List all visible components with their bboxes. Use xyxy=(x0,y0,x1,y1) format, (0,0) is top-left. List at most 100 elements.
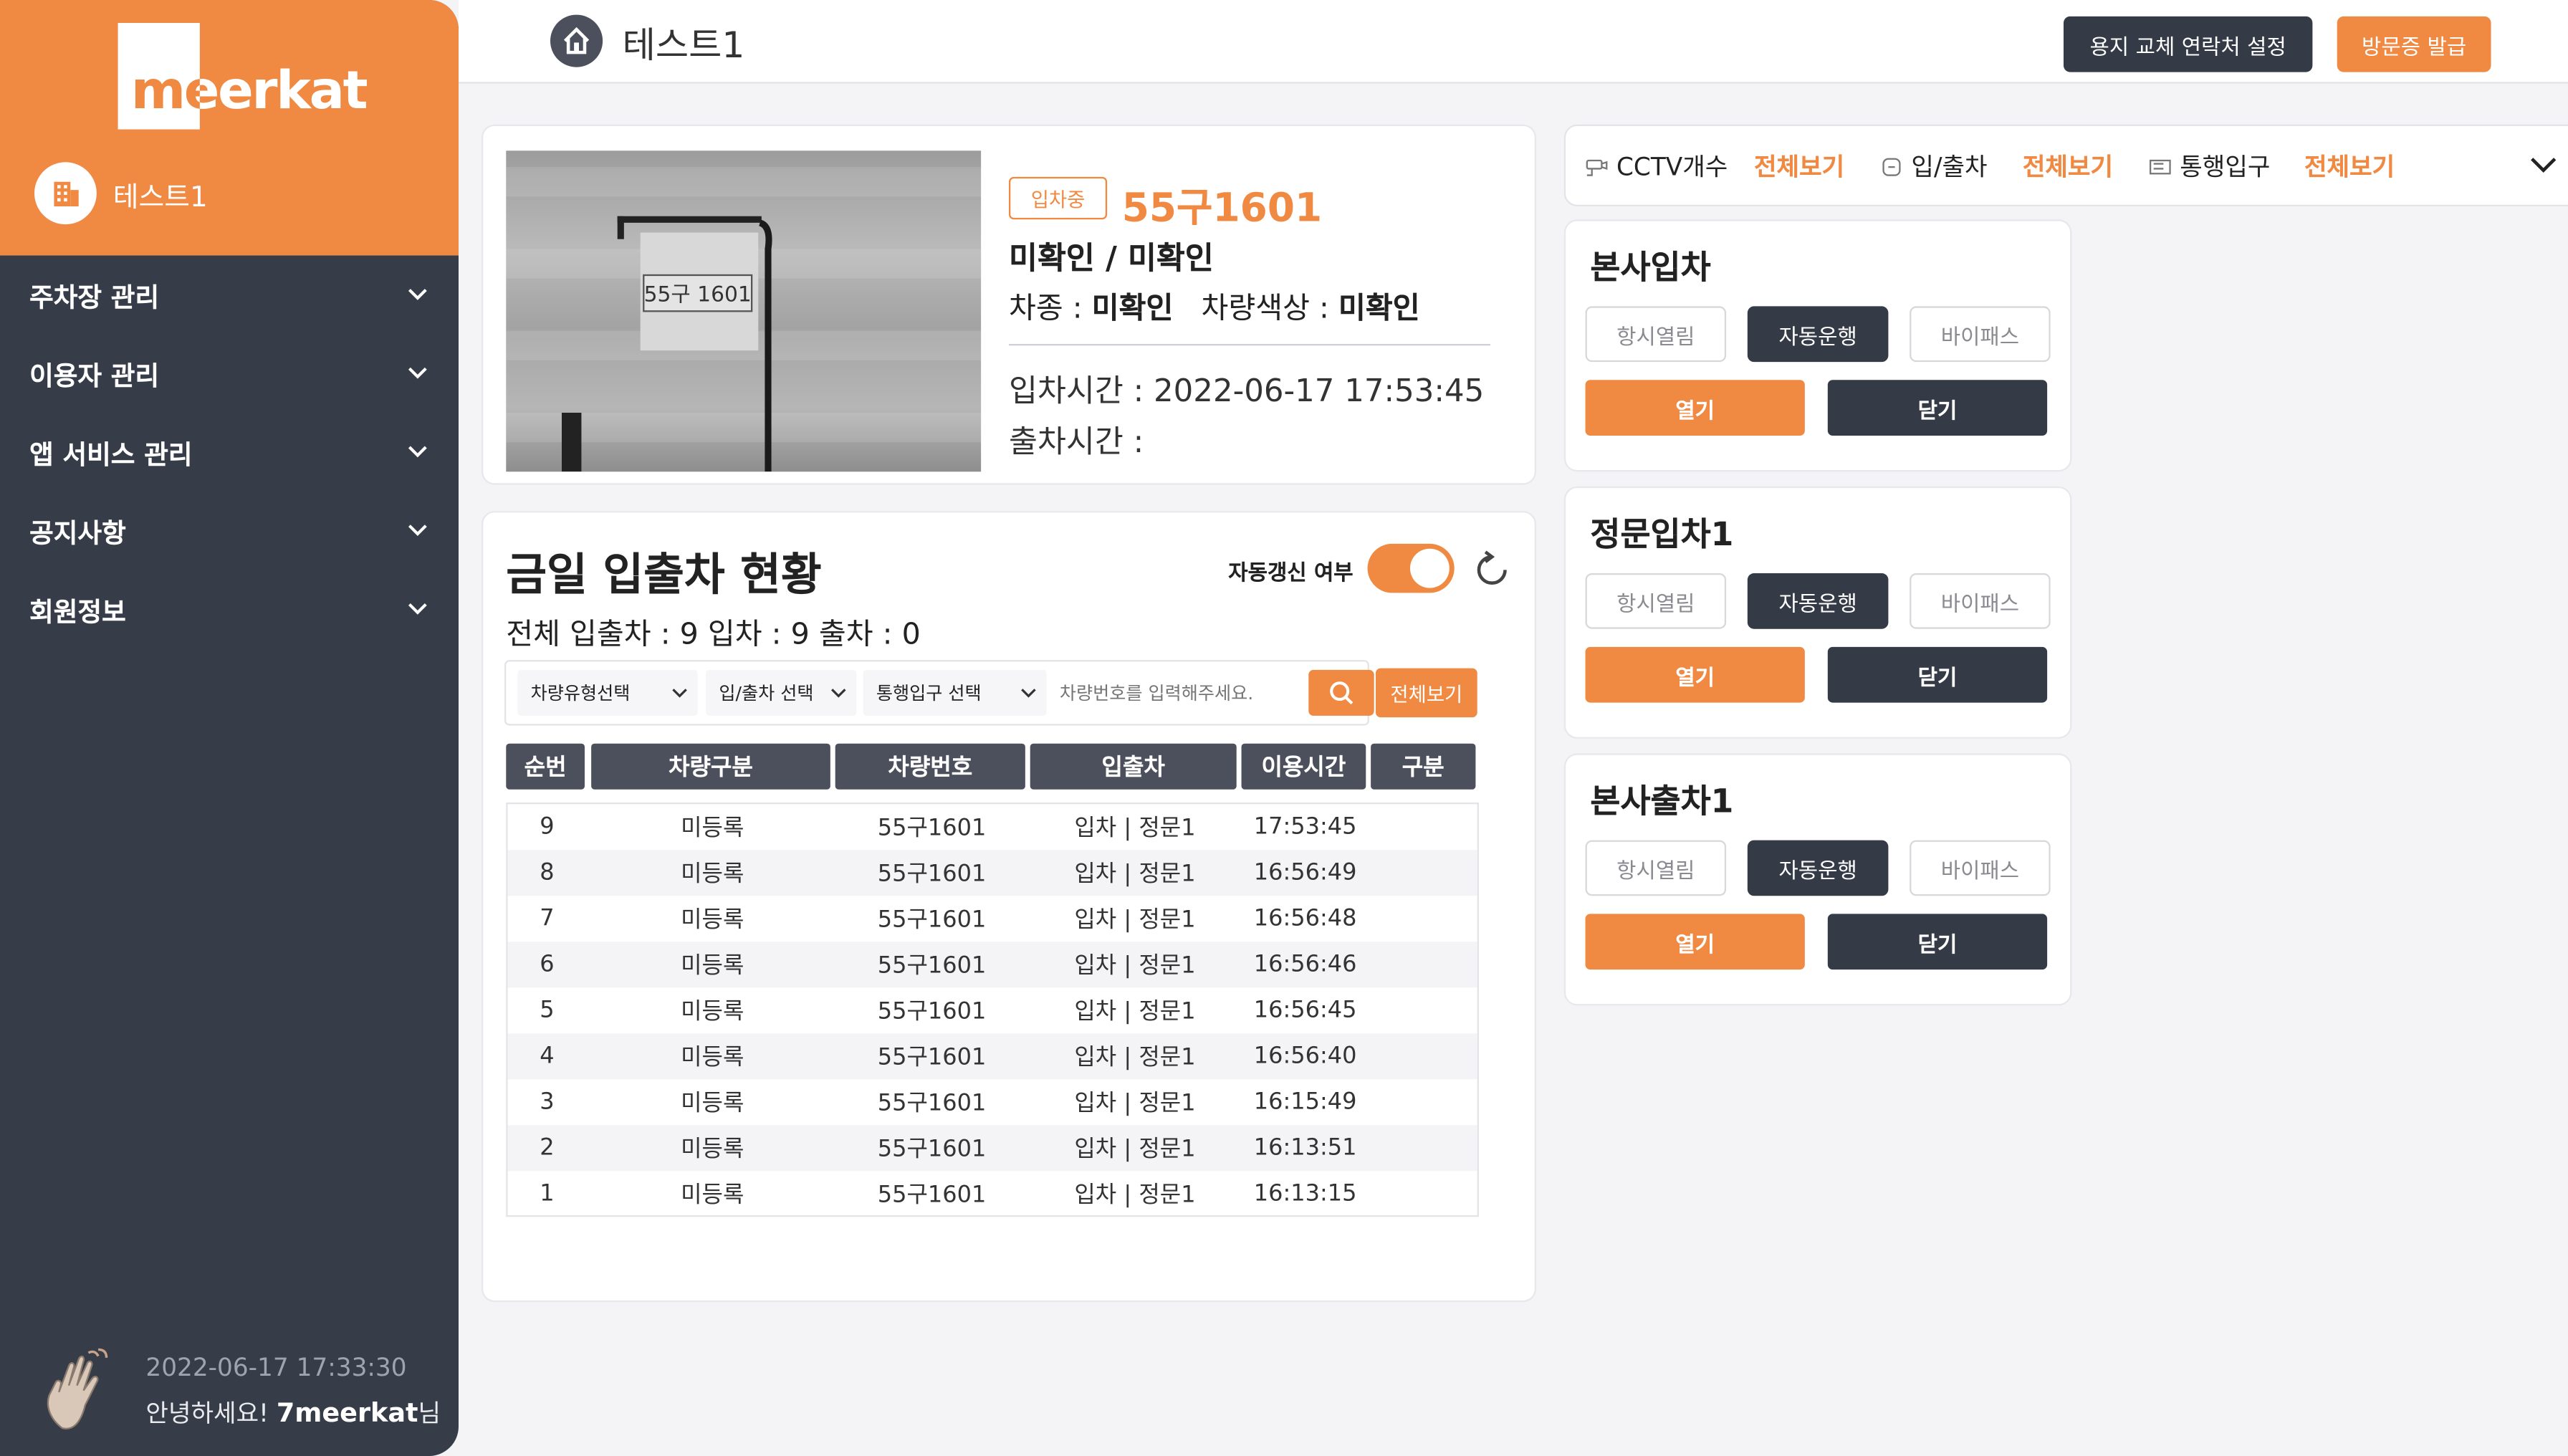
table-row[interactable]: 4 미등록 55구1601 입차 | 정문1 16:56:40 xyxy=(507,1033,1477,1080)
table-row[interactable]: 7 미등록 55구1601 입차 | 정문1 16:56:48 xyxy=(508,896,1477,942)
table-cell: 55구1601 xyxy=(877,999,987,1025)
sidebar-header: meerkat meerkat 테스트1 xyxy=(0,0,459,256)
table-cell: 55구1601 xyxy=(877,1182,987,1209)
table-row[interactable]: 8 미등록 55구1601 입차 | 정문1 16:56:49 xyxy=(507,850,1477,896)
in-out-view-all-link[interactable]: 전체보기 xyxy=(2023,149,2113,183)
table-cell: 55구1601 xyxy=(877,1091,987,1117)
close-gate-button[interactable]: 닫기 xyxy=(1827,380,2048,436)
column-header[interactable]: 차량구분 xyxy=(591,743,830,790)
cctv-view-all-link[interactable]: 전체보기 xyxy=(1754,149,1844,183)
table-cell xyxy=(1372,850,1477,896)
bypass-button[interactable]: 바이패스 xyxy=(1910,573,2051,629)
paper-contact-settings-button[interactable]: 용지 교체 연락처 설정 xyxy=(2063,16,2313,72)
cctv-summary-bar: CCTV개수 전체보기 입/출차 전체보기 통행입구 전체보기 xyxy=(1563,124,2568,206)
chevron-down-icon xyxy=(1021,689,1036,698)
chevron-down-icon xyxy=(408,367,427,379)
table-row[interactable]: 1 미등록 55구1601 입차 | 정문1 16:13:15 xyxy=(508,1171,1477,1217)
chevron-down-icon xyxy=(408,446,427,458)
column-header[interactable]: 입출차 xyxy=(1030,743,1237,790)
column-header[interactable]: 순번 xyxy=(506,743,585,790)
table-row[interactable]: 5 미등록 55구1601 입차 | 정문1 16:56:45 xyxy=(508,987,1477,1033)
gate-card-hq-exit-1: 본사출차1 항시열림 자동운행 바이패스 열기 닫기 xyxy=(1563,753,2072,1006)
always-open-button[interactable]: 항시열림 xyxy=(1585,306,1727,363)
gate-name: 본사출차1 xyxy=(1590,781,1734,821)
in-out-select[interactable]: 입/출차 선택 xyxy=(706,669,857,716)
vehicle-camera-photo[interactable]: 55구 1601 xyxy=(506,150,982,472)
chevron-down-icon xyxy=(408,603,427,615)
chevron-down-icon xyxy=(831,689,846,698)
auto-operation-button[interactable]: 자동운행 xyxy=(1747,840,1889,896)
gate-view-all-link[interactable]: 전체보기 xyxy=(2304,149,2395,183)
table-row[interactable]: 2 미등록 55구1601 입차 | 정문1 16:13:51 xyxy=(507,1125,1477,1172)
home-icon[interactable] xyxy=(550,14,603,67)
plate-search-input[interactable] xyxy=(1059,669,1286,716)
table-cell: 2 xyxy=(540,1134,555,1162)
table-cell xyxy=(1372,942,1477,987)
table-cell: 16:56:45 xyxy=(1253,997,1357,1024)
sidebar-item-notice[interactable]: 공지사항 xyxy=(0,492,459,570)
cctv-count: CCTV개수 xyxy=(1586,149,1728,183)
logo-overlay: meerkat xyxy=(130,59,200,122)
table-cell: 입차 | 정문1 xyxy=(1074,1091,1196,1117)
close-gate-button[interactable]: 닫기 xyxy=(1827,914,2048,970)
table-cell: 미등록 xyxy=(681,1182,744,1209)
table-cell: 미등록 xyxy=(681,907,744,934)
auto-operation-button[interactable]: 자동운행 xyxy=(1747,306,1889,363)
table-cell: 입차 | 정문1 xyxy=(1074,1045,1196,1071)
sidebar-item-parking[interactable]: 주차장 관리 xyxy=(0,256,459,335)
refresh-icon[interactable] xyxy=(1471,549,1513,591)
table-cell: 16:56:40 xyxy=(1253,1043,1357,1070)
always-open-button[interactable]: 항시열림 xyxy=(1585,840,1727,896)
building-icon xyxy=(34,162,97,225)
table-row[interactable]: 6 미등록 55구1601 입차 | 정문1 16:56:46 xyxy=(507,942,1477,988)
always-open-button[interactable]: 항시열림 xyxy=(1585,573,1727,629)
table-cell: 55구1601 xyxy=(877,953,987,980)
table-row[interactable]: 3 미등록 55구1601 입차 | 정문1 16:15:49 xyxy=(508,1079,1477,1125)
entry-time: 입차시간 : 2022-06-17 17:53:45 xyxy=(1008,373,1485,410)
gate-card-main-entry-1: 정문입차1 항시열림 자동운행 바이패스 열기 닫기 xyxy=(1563,486,2072,739)
column-header[interactable]: 차량번호 xyxy=(835,743,1025,790)
table-cell: 16:13:51 xyxy=(1253,1134,1357,1162)
toggle-knob xyxy=(1409,548,1450,588)
in-out-count: 입/출차 xyxy=(1880,149,1988,183)
auto-refresh-toggle[interactable] xyxy=(1367,543,1455,593)
photo-plate-text: 55구 1601 xyxy=(644,282,752,307)
open-gate-button[interactable]: 열기 xyxy=(1585,646,1805,703)
gate-name: 정문입차1 xyxy=(1590,514,1734,554)
table-cell: 16:15:49 xyxy=(1253,1088,1357,1116)
table-cell: 미등록 xyxy=(681,1136,744,1163)
bypass-button[interactable]: 바이패스 xyxy=(1910,306,2051,363)
bypass-button[interactable]: 바이패스 xyxy=(1910,840,2051,896)
issue-visitor-pass-button[interactable]: 방문증 발급 xyxy=(2337,16,2491,72)
sidebar-item-users[interactable]: 이용자 관리 xyxy=(0,334,459,413)
open-gate-button[interactable]: 열기 xyxy=(1585,380,1805,436)
search-button[interactable] xyxy=(1308,669,1374,716)
sidebar: meerkat meerkat 테스트1 주차장 관리 xyxy=(0,0,459,1456)
table-cell: 입차 | 정문1 xyxy=(1074,907,1196,934)
close-gate-button[interactable]: 닫기 xyxy=(1827,646,2048,703)
auto-operation-button[interactable]: 자동운행 xyxy=(1747,573,1889,629)
table-cell: 입차 | 정문1 xyxy=(1074,1136,1196,1163)
column-header[interactable]: 이용시간 xyxy=(1241,743,1366,790)
view-all-button[interactable]: 전체보기 xyxy=(1375,668,1477,718)
table-cell: 입차 | 정문1 xyxy=(1074,953,1196,980)
table-cell xyxy=(1372,1171,1477,1217)
table-cell: 16:56:46 xyxy=(1253,951,1357,978)
sidebar-item-member-info[interactable]: 회원정보 xyxy=(0,570,459,648)
table-row[interactable]: 9 미등록 55구1601 입차 | 정문1 17:53:45 xyxy=(508,804,1477,850)
gate-barrier-icon xyxy=(1882,157,1901,176)
sidebar-item-label: 공지사항 xyxy=(29,517,126,549)
table-cell: 미등록 xyxy=(681,815,744,842)
sidebar-item-label: 주차장 관리 xyxy=(29,282,160,313)
sidebar-item-app-service[interactable]: 앱 서비스 관리 xyxy=(0,413,459,492)
site-name: 테스트1 xyxy=(112,181,208,214)
table-cell xyxy=(1372,987,1477,1033)
gate-select[interactable]: 통행입구 선택 xyxy=(863,669,1047,716)
column-header[interactable]: 구분 xyxy=(1371,743,1476,790)
site-selector[interactable]: 테스트1 xyxy=(34,162,208,225)
gate-card-hq-entry: 본사입차 항시열림 자동운행 바이패스 열기 닫기 xyxy=(1563,219,2072,472)
chevron-down-icon[interactable] xyxy=(2529,154,2558,177)
vehicle-type-select[interactable]: 차량유형선택 xyxy=(517,669,698,716)
table-cell: 미등록 xyxy=(681,1091,744,1117)
open-gate-button[interactable]: 열기 xyxy=(1585,914,1805,970)
